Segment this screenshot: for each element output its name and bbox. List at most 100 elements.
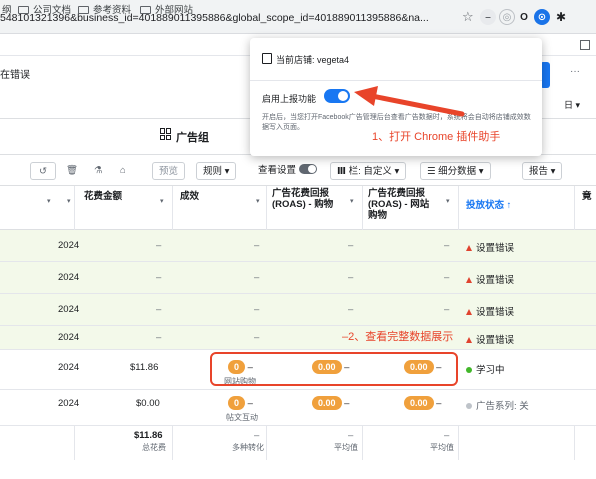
- bookmark-item[interactable]: 纲: [2, 4, 12, 18]
- cell-date: 2024: [58, 362, 80, 373]
- cell-roas-web: –: [444, 240, 450, 251]
- date-dropdown[interactable]: 日 ▾: [564, 98, 580, 111]
- cell-status[interactable]: 广告系列: 关: [466, 398, 529, 412]
- extension-menu-icon[interactable]: –: [480, 9, 496, 25]
- cell-date: 2024: [58, 272, 80, 283]
- cell-status[interactable]: 设置错误: [466, 240, 514, 254]
- flask-icon: ⚗: [94, 165, 103, 176]
- cell-roas-purchase: –: [348, 304, 354, 315]
- status-text: 设置错误: [476, 243, 515, 254]
- reading-list-icon[interactable]: [580, 40, 590, 50]
- extension-ring-icon[interactable]: O: [516, 9, 532, 25]
- undo-icon: ↺: [39, 166, 47, 177]
- rules-button[interactable]: 规则 ▾: [196, 162, 237, 180]
- breakdown-icon: ☰: [427, 166, 439, 177]
- header-delivery[interactable]: 投放状态 ↑: [466, 200, 511, 211]
- cell-date: 2024: [58, 332, 80, 343]
- reports-button[interactable]: 报告 ▾: [522, 162, 563, 180]
- results-dash: –: [247, 398, 253, 409]
- cell-roas-purchase: –: [348, 240, 354, 251]
- breakdown-button[interactable]: ☰ 细分数据 ▾: [420, 162, 491, 180]
- store-icon: [262, 53, 272, 64]
- cell-spend: –: [156, 272, 162, 283]
- extensions-puzzle-icon[interactable]: ✱: [553, 9, 569, 25]
- cell-roas-web: –: [444, 304, 450, 315]
- cell-status[interactable]: 学习中: [466, 362, 505, 376]
- learning-status-icon: [466, 367, 472, 373]
- cell-roas-purchase: –: [348, 272, 354, 283]
- folder-icon: [140, 6, 151, 14]
- bookmark-folder[interactable]: 外部网站: [140, 4, 193, 18]
- popup-divider: [250, 80, 542, 81]
- header-roas-web[interactable]: 广告花费回报 (ROAS) - 网站 购物: [368, 188, 429, 221]
- warning-icon: [466, 277, 472, 283]
- bookmark-folder[interactable]: 公司文档: [18, 4, 71, 18]
- adgroup-title[interactable]: 广告组: [176, 129, 209, 145]
- ab-test-button[interactable]: ⚗: [94, 162, 103, 180]
- annotation-arrow-icon: [354, 86, 465, 117]
- breakdown-label: 细分数据 ▾: [438, 166, 484, 177]
- toggle-knob: [338, 91, 348, 101]
- extension-circle-icon[interactable]: ◎: [499, 9, 515, 25]
- results-sublabel: 帖文互动: [226, 413, 258, 422]
- view-settings-switch[interactable]: [299, 164, 318, 174]
- more-options-icon[interactable]: ···: [570, 66, 580, 77]
- tag-icon: ⌂: [120, 165, 126, 176]
- cell-roas-purchase: 0.00 –: [312, 396, 349, 410]
- header-extra[interactable]: 竟: [582, 191, 592, 202]
- sort-caret-icon[interactable]: ▾: [47, 197, 51, 205]
- tag-button[interactable]: ⌂: [120, 162, 126, 180]
- undo-button[interactable]: ↺: [30, 162, 56, 180]
- extension-plugin-icon[interactable]: ⊙: [534, 9, 550, 25]
- status-text: 设置错误: [476, 335, 515, 346]
- results-pill: 0: [228, 396, 246, 410]
- roas-dash: –: [436, 398, 442, 409]
- header-roas-purchase[interactable]: 广告花费回报 (ROAS) - 购物: [272, 188, 333, 210]
- roas-dash: –: [344, 398, 350, 409]
- roas-pill: 0.00: [404, 396, 434, 410]
- warning-icon: [466, 337, 472, 343]
- total-results: –: [254, 430, 260, 441]
- sort-caret-icon[interactable]: ▾: [67, 197, 71, 205]
- off-status-icon: [466, 403, 472, 409]
- view-settings-toggle[interactable]: 查看设置: [258, 162, 318, 180]
- enable-report-label: 启用上报功能: [262, 94, 317, 104]
- warning-icon: [466, 309, 472, 315]
- status-text: 设置错误: [476, 275, 515, 286]
- cell-status[interactable]: 设置错误: [466, 304, 514, 318]
- total-roas-web-label: 平均值: [430, 443, 454, 452]
- cell-roas-web: 0.00 –: [404, 396, 441, 410]
- bookmark-star-icon[interactable]: ☆: [462, 9, 474, 25]
- sort-caret-icon[interactable]: ▾: [350, 197, 354, 205]
- cell-status[interactable]: 设置错误: [466, 272, 514, 286]
- header-spend[interactable]: 花费金额: [84, 191, 122, 202]
- columns-button[interactable]: Ⅲ 栏: 自定义 ▾: [330, 162, 407, 180]
- cell-spend: –: [156, 240, 162, 251]
- sort-caret-icon[interactable]: ▾: [160, 197, 164, 205]
- cell-results: –: [254, 272, 260, 283]
- cell-status[interactable]: 设置错误: [466, 332, 514, 346]
- bookmark-folder[interactable]: 参考资料: [78, 4, 131, 18]
- folder-icon: [18, 6, 29, 14]
- sort-caret-icon[interactable]: ▾: [256, 197, 260, 205]
- annotation-step1: 1、打开 Chrome 插件助手: [372, 131, 501, 143]
- cell-date: 2024: [58, 398, 80, 409]
- trash-icon: 🗑: [66, 165, 79, 176]
- cell-spend: –: [156, 304, 162, 315]
- total-roas-web: –: [444, 430, 450, 441]
- total-spend-label: 总花费: [142, 443, 166, 452]
- status-text: 学习中: [476, 365, 505, 376]
- cell-date: 2024: [58, 240, 80, 251]
- total-results-label: 多种转化: [232, 443, 264, 452]
- cell-results: –: [254, 240, 260, 251]
- sort-caret-icon[interactable]: ▾: [446, 197, 450, 205]
- page-title: 在错误: [0, 70, 30, 81]
- total-roas-purchase-label: 平均值: [334, 443, 358, 452]
- status-text: 广告系列: 关: [476, 401, 529, 412]
- adgroup-icon: [160, 128, 172, 140]
- preview-button[interactable]: 预览: [152, 162, 186, 180]
- header-results[interactable]: 成效: [180, 191, 199, 202]
- delete-button[interactable]: 🗑: [66, 162, 78, 180]
- highlight-box: [210, 352, 458, 386]
- cell-results: –: [254, 332, 260, 343]
